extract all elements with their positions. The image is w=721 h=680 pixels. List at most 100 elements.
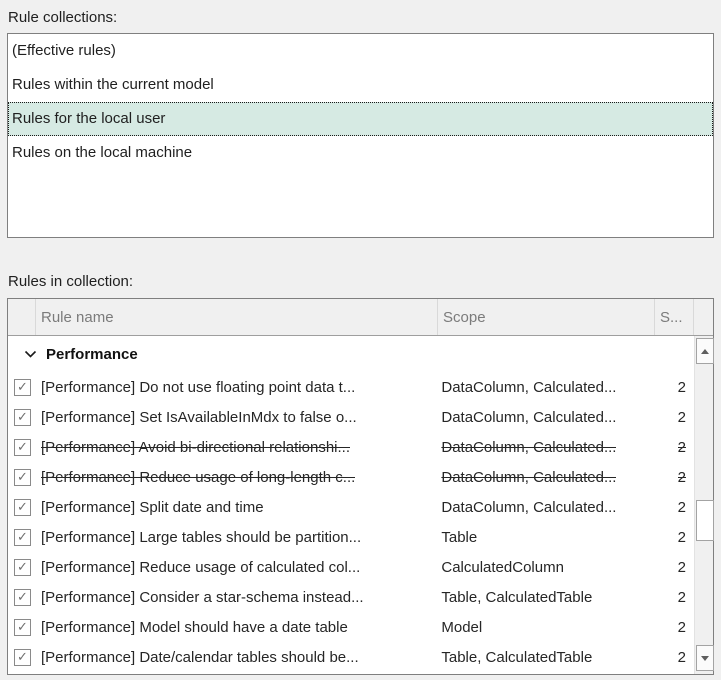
rule-collections-label: Rule collections:	[7, 8, 714, 27]
scrollbar-column-header	[694, 299, 713, 335]
rule-row-checkbox-cell: ✓	[8, 612, 36, 642]
rule-scope: CalculatedColumn	[441, 559, 564, 576]
scroll-down-button[interactable]	[696, 645, 714, 671]
rule-checkbox[interactable]: ✓	[14, 619, 31, 636]
rule-collection-item[interactable]: (Effective rules)	[8, 34, 713, 68]
rule-scope: DataColumn, Calculated...	[441, 469, 616, 486]
severity-column-label: S...	[660, 309, 683, 326]
rule-severity: 2	[678, 469, 686, 486]
rule-name: [Performance] Large tables should be par…	[41, 529, 361, 546]
rule-row-name-cell: [Performance] Reduce usage of long-lengt…	[36, 462, 437, 492]
rule-collection-item-label: Rules on the local machine	[12, 144, 192, 161]
rule-row[interactable]: ✓ [Performance] Date/calendar tables sho…	[8, 642, 694, 672]
rule-checkbox[interactable]: ✓	[14, 559, 31, 576]
rule-row-checkbox-cell: ✓	[8, 492, 36, 522]
rule-row[interactable]: ✓ [Performance] Set IsAvailableInMdx to …	[8, 402, 694, 432]
rule-row[interactable]: ✓ [Performance] Large tables should be p…	[8, 522, 694, 552]
rule-checkbox[interactable]: ✓	[14, 379, 31, 396]
rule-name: [Performance] Consider a star-schema ins…	[41, 589, 364, 606]
rule-row-severity-cell: 2	[655, 492, 694, 522]
rule-name: [Performance] Avoid bi-directional relat…	[41, 439, 350, 456]
check-icon: ✓	[17, 380, 28, 393]
rule-row[interactable]: ✓ [Performance] Avoid bi-directional rel…	[8, 432, 694, 462]
check-icon: ✓	[17, 500, 28, 513]
rule-row-scope-cell: DataColumn, Calculated...	[437, 462, 655, 492]
rule-row-scope-cell: Table, CalculatedTable	[437, 642, 655, 672]
rule-name: [Performance] Split date and time	[41, 499, 264, 516]
rule-row-severity-cell: 2	[655, 642, 694, 672]
rule-checkbox[interactable]: ✓	[14, 589, 31, 606]
rule-row-scope-cell: Table	[437, 522, 655, 552]
checkbox-column-header[interactable]	[8, 299, 36, 335]
rule-checkbox[interactable]: ✓	[14, 499, 31, 516]
rule-row[interactable]: ✓ [Performance] Reduce usage of long-len…	[8, 462, 694, 492]
rules-in-collection-label: Rules in collection:	[7, 272, 714, 291]
rule-row[interactable]: ✓ [Performance] Do not use floating poin…	[8, 372, 694, 402]
scope-column-header[interactable]: Scope	[438, 299, 655, 335]
rule-row[interactable]: ✓ [Performance] Reduce usage of calculat…	[8, 552, 694, 582]
rule-checkbox[interactable]: ✓	[14, 469, 31, 486]
rule-row-severity-cell: 2	[655, 462, 694, 492]
vertical-scrollbar[interactable]	[694, 336, 713, 674]
chevron-down-icon[interactable]	[24, 350, 37, 359]
rule-name-column-header[interactable]: Rule name	[36, 299, 438, 335]
rule-scope: DataColumn, Calculated...	[441, 499, 616, 516]
rule-checkbox[interactable]: ✓	[14, 409, 31, 426]
rule-collection-item[interactable]: Rules within the current model	[8, 68, 713, 102]
rule-name: [Performance] Set IsAvailableInMdx to fa…	[41, 409, 357, 426]
rule-row-name-cell: [Performance] Reduce usage of calculated…	[36, 552, 437, 582]
rule-collection-item[interactable]: Rules for the local user	[8, 102, 713, 136]
rule-severity: 2	[678, 439, 686, 456]
rule-row-severity-cell: 2	[655, 582, 694, 612]
rule-row-checkbox-cell: ✓	[8, 372, 36, 402]
rule-row-severity-cell: 2	[655, 522, 694, 552]
group-header-performance[interactable]: Performance	[8, 336, 694, 372]
rule-row-scope-cell: DataColumn, Calculated...	[437, 402, 655, 432]
rule-collection-item[interactable]: Rules on the local machine	[8, 136, 713, 170]
rule-severity: 2	[678, 499, 686, 516]
rules-dialog: Rule collections: (Effective rules) Rule…	[0, 0, 721, 675]
rule-row-name-cell: [Performance] Set IsAvailableInMdx to fa…	[36, 402, 437, 432]
check-icon: ✓	[17, 440, 28, 453]
rule-severity: 2	[678, 529, 686, 546]
rule-row-scope-cell: DataColumn, Calculated...	[437, 432, 655, 462]
rule-row[interactable]: ✓ [Performance] Consider a star-schema i…	[8, 582, 694, 612]
rule-checkbox[interactable]: ✓	[14, 529, 31, 546]
rule-scope: DataColumn, Calculated...	[441, 439, 616, 456]
rule-row-checkbox-cell: ✓	[8, 552, 36, 582]
scrollbar-thumb[interactable]	[696, 500, 714, 541]
rule-collection-item-label: Rules within the current model	[12, 76, 214, 93]
rule-row[interactable]: ✓ [Performance] Split date and time Data…	[8, 492, 694, 522]
rule-row-scope-cell: Model	[437, 612, 655, 642]
rule-severity: 2	[678, 649, 686, 666]
rule-checkbox[interactable]: ✓	[14, 439, 31, 456]
scope-column-label: Scope	[443, 309, 486, 326]
rule-row-name-cell: [Performance] Large tables should be par…	[36, 522, 437, 552]
check-icon: ✓	[17, 530, 28, 543]
rule-row-name-cell: [Performance] Avoid bi-directional relat…	[36, 432, 437, 462]
rule-row-scope-cell: DataColumn, Calculated...	[437, 372, 655, 402]
rule-row-checkbox-cell: ✓	[8, 432, 36, 462]
rules-table: Rule name Scope S... Performance	[7, 298, 714, 675]
rule-collection-item-label: Rules for the local user	[12, 110, 165, 127]
rule-row-name-cell: [Performance] Do not use floating point …	[36, 372, 437, 402]
rule-severity: 2	[678, 409, 686, 426]
rules-table-header: Rule name Scope S...	[8, 299, 713, 336]
rule-severity: 2	[678, 379, 686, 396]
rule-row-scope-cell: DataColumn, Calculated...	[437, 492, 655, 522]
rule-checkbox[interactable]: ✓	[14, 649, 31, 666]
rule-scope: Table	[441, 529, 477, 546]
rule-severity: 2	[678, 559, 686, 576]
rule-row-checkbox-cell: ✓	[8, 582, 36, 612]
check-icon: ✓	[17, 620, 28, 633]
rule-row-name-cell: [Performance] Model should have a date t…	[36, 612, 437, 642]
rule-name: [Performance] Reduce usage of calculated…	[41, 559, 360, 576]
severity-column-header[interactable]: S...	[655, 299, 694, 335]
rule-row-checkbox-cell: ✓	[8, 402, 36, 432]
rule-scope: DataColumn, Calculated...	[441, 409, 616, 426]
scroll-up-button[interactable]	[696, 338, 714, 364]
rule-row[interactable]: ✓ [Performance] Model should have a date…	[8, 612, 694, 642]
triangle-down-icon	[701, 656, 709, 661]
check-icon: ✓	[17, 410, 28, 423]
rule-row-checkbox-cell: ✓	[8, 522, 36, 552]
